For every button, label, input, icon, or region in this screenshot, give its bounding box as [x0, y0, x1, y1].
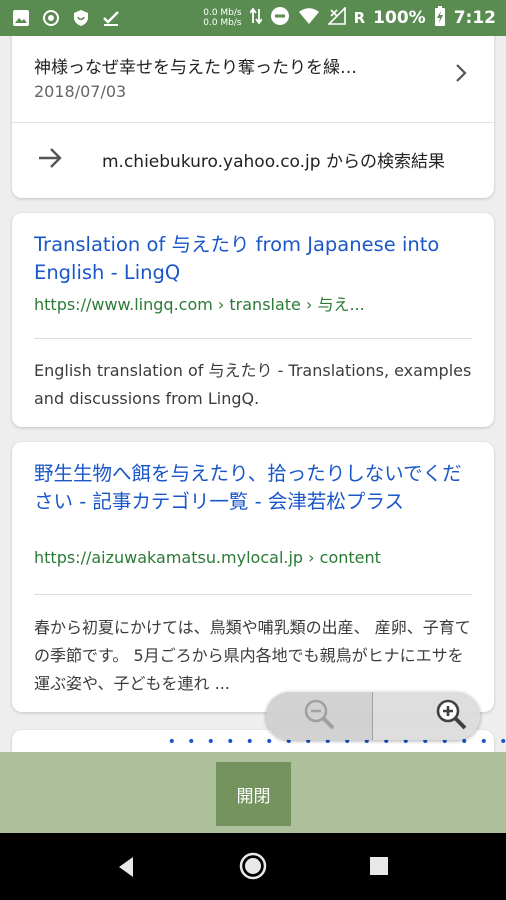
result-card-aizuwakamatsu: 野生生物へ餌を与えたり、拾ったりしないでください - 記事カテゴリ一覧 - 会津… [12, 442, 494, 712]
do-not-disturb-icon [270, 6, 290, 31]
more-results-label: m.chiebukuro.yahoo.co.jp からの検索結果 [102, 152, 445, 172]
result-snippet: English translation of 与えたり - Translatio… [34, 361, 472, 408]
network-badge: R [353, 9, 366, 27]
clock: 7:12 [453, 8, 496, 28]
arrow-right-icon [36, 144, 64, 176]
image-icon [12, 9, 30, 27]
bottom-toolbar: 開閉 [0, 752, 506, 833]
tasks-icon [102, 9, 120, 27]
battery-charging-icon [434, 5, 446, 31]
result-title-link[interactable]: 野生生物へ餌を与えたり、拾ったりしないでください - 記事カテゴリ一覧 - 会津… [34, 460, 476, 516]
navigation-bar [0, 833, 506, 900]
recents-icon[interactable] [370, 857, 388, 879]
zoom-out-button[interactable] [266, 692, 374, 740]
zoom-out-icon [302, 697, 336, 735]
battery-percent: 100% [373, 8, 426, 28]
network-speed: 0.0 Mb/s 0.0 Mb/s [203, 8, 241, 28]
result-url[interactable]: https://aizuwakamatsu.mylocal.jp › conte… [34, 548, 381, 567]
status-bar: 0.0 Mb/s 0.0 Mb/s R 100% 7:12 [0, 0, 506, 36]
home-icon[interactable] [239, 852, 267, 884]
result-card-chiebukuro: 神様っなぜ幸せを与えたり奪ったりを繰… 2018/07/03 m.chiebuk… [12, 36, 494, 198]
data-arrows-icon [248, 7, 263, 30]
circle-icon [42, 9, 60, 27]
zoom-in-button[interactable] [373, 692, 480, 740]
result-url[interactable]: https://www.lingq.com › translate › 与え..… [34, 291, 365, 315]
zoom-in-icon [434, 697, 468, 735]
shield-icon [72, 9, 90, 27]
net-down: 0.0 Mb/s [203, 18, 242, 28]
divider [34, 338, 472, 339]
open-close-button[interactable]: 開閉 [216, 762, 291, 826]
no-signal-icon [326, 5, 346, 30]
result-title: 神様っなぜ幸せを与えたり奪ったりを繰… [34, 58, 357, 78]
result-snippet: 春から初夏にかけては、鳥類や哺乳類の出産、 産卵、子育ての季節です。 5月ごろか… [34, 618, 471, 693]
zoom-control [266, 692, 480, 740]
wifi-icon [298, 7, 320, 30]
back-icon[interactable] [115, 855, 137, 883]
divider [34, 594, 472, 595]
more-results-link[interactable]: m.chiebukuro.yahoo.co.jp からの検索結果 [12, 122, 494, 198]
chevron-right-icon [454, 62, 468, 88]
result-card-lingq: Translation of 与えたり from Japanese into E… [12, 213, 494, 427]
result-date: 2018/07/03 [34, 82, 127, 101]
result-title-link[interactable]: Translation of 与えたり from Japanese into E… [34, 231, 476, 287]
result-item[interactable]: 神様っなぜ幸せを与えたり奪ったりを繰… 2018/07/03 [12, 36, 494, 123]
search-results[interactable]: 神様っなぜ幸せを与えたり奪ったりを繰… 2018/07/03 m.chiebuk… [0, 36, 506, 752]
net-up: 0.0 Mb/s [203, 8, 242, 18]
